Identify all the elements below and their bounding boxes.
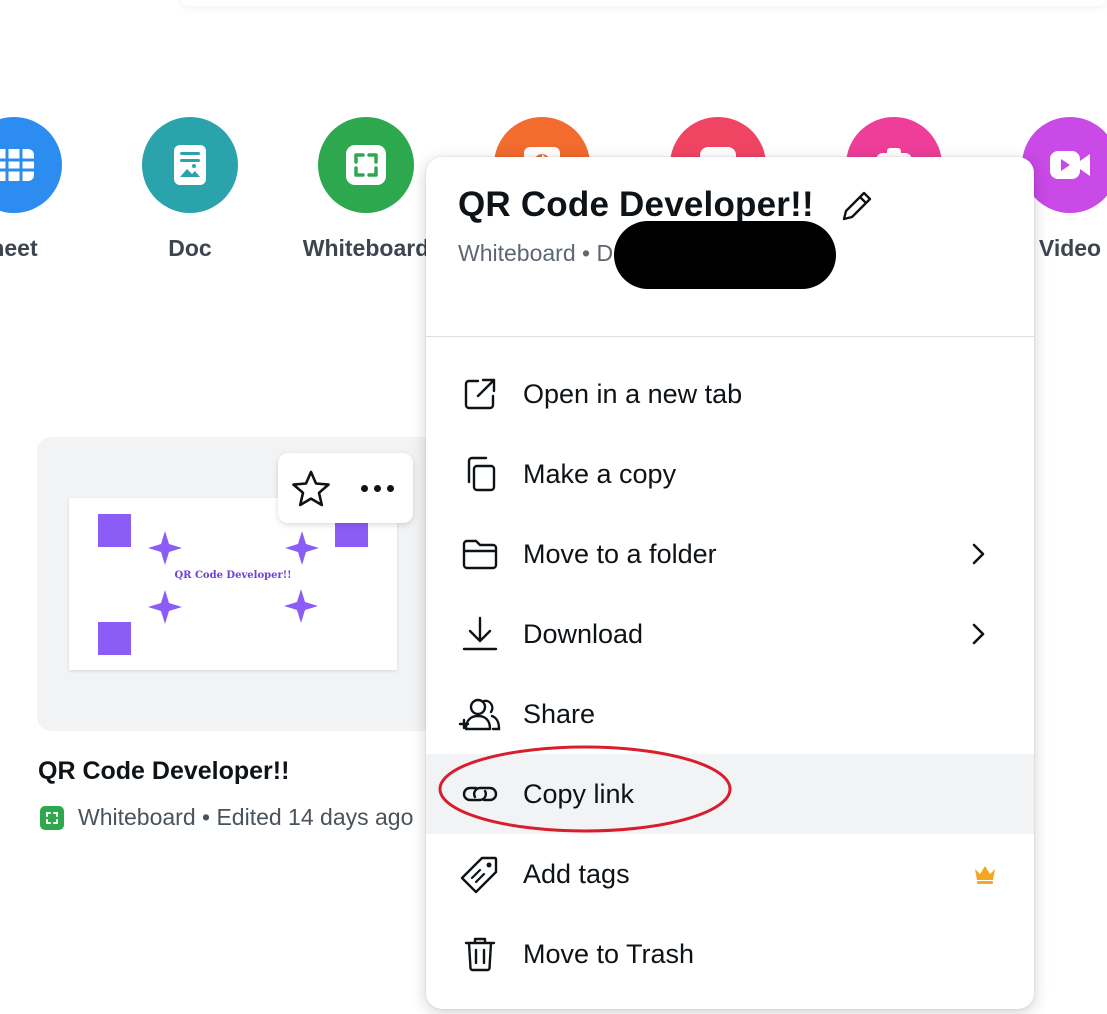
menu-item-label: Share (523, 698, 596, 729)
menu-item-label: Add tags (523, 858, 630, 889)
redaction-mark (614, 221, 836, 289)
design-type-label: Doc (168, 235, 212, 261)
sparkle-star-shape (285, 531, 319, 565)
design-meta-text: Whiteboard • Edited 14 days ago (78, 804, 414, 830)
design-type-label: heet (0, 235, 38, 261)
download-icon (462, 616, 498, 651)
menu-item-move-to-folder[interactable]: Move to a folder (426, 514, 1034, 594)
star-button[interactable] (290, 468, 332, 510)
design-type-whiteboard[interactable]: Whiteboard (286, 117, 446, 262)
chevron-right-icon (972, 623, 985, 645)
more-icon-dot (373, 484, 381, 492)
tag-icon (460, 856, 498, 894)
whiteboard-icon (40, 805, 64, 830)
design-type-label: Whiteboard (302, 235, 430, 261)
spreadsheet-icon (0, 117, 62, 213)
sparkle-star-shape (148, 531, 182, 565)
external-link-icon (464, 378, 496, 410)
menu-item-label: Move to Trash (523, 938, 695, 969)
menu-item-add-tags[interactable]: Add tags (426, 834, 1034, 914)
thumbnail-title: QR Code Developer!! (174, 570, 292, 581)
design-card[interactable]: QR Code Developer!! (37, 437, 437, 731)
star-icon (292, 470, 330, 507)
chevron-right-icon (972, 543, 985, 565)
menu-item-label: Download (523, 618, 644, 649)
top-bar-edge (180, 0, 1107, 6)
purple-square-shape (98, 514, 131, 547)
design-type-sheet[interactable]: heet (0, 117, 94, 262)
menu-header: QR Code Developer!! Whiteboard • D Edite… (426, 157, 1034, 337)
card-actions (278, 453, 413, 523)
context-menu: QR Code Developer!! Whiteboard • D Edite… (426, 157, 1034, 1009)
link-icon (462, 786, 498, 802)
design-thumbnail[interactable]: QR Code Developer!! (69, 498, 397, 670)
purple-square-shape (98, 622, 131, 655)
menu-item-open-new-tab[interactable]: Open in a new tab (426, 354, 1034, 434)
video-icon (1022, 117, 1107, 213)
sparkle-star-shape (284, 589, 318, 623)
menu-item-label: Copy link (523, 778, 635, 809)
menu-item-copy-link[interactable]: Copy link (426, 754, 1034, 834)
more-icon (360, 484, 368, 492)
more-icon-dot (386, 484, 394, 492)
whiteboard-icon (318, 117, 414, 213)
design-title[interactable]: QR Code Developer!! (38, 757, 289, 786)
copy-icon (467, 456, 496, 492)
menu-design-title: QR Code Developer!! (458, 185, 814, 224)
share-icon (458, 698, 501, 731)
menu-item-make-copy[interactable]: Make a copy (426, 434, 1034, 514)
menu-item-share[interactable]: Share (426, 674, 1034, 754)
design-type-doc[interactable]: Doc (110, 117, 270, 262)
menu-item-download[interactable]: Download (426, 594, 1034, 674)
crown-icon (975, 866, 995, 884)
menu-item-label: Move to a folder (523, 538, 717, 569)
folder-icon (462, 539, 498, 570)
menu-item-label: Make a copy (523, 458, 677, 489)
menu-item-move-to-trash[interactable]: Move to Trash (426, 914, 1034, 994)
trash-icon (464, 937, 496, 972)
design-meta: Whiteboard • Edited 14 days ago (40, 804, 426, 831)
pencil-icon[interactable] (838, 187, 876, 225)
sparkle-star-shape (148, 590, 182, 624)
menu-item-label: Open in a new tab (523, 378, 743, 409)
more-options-button[interactable] (352, 473, 402, 503)
doc-icon (142, 117, 238, 213)
